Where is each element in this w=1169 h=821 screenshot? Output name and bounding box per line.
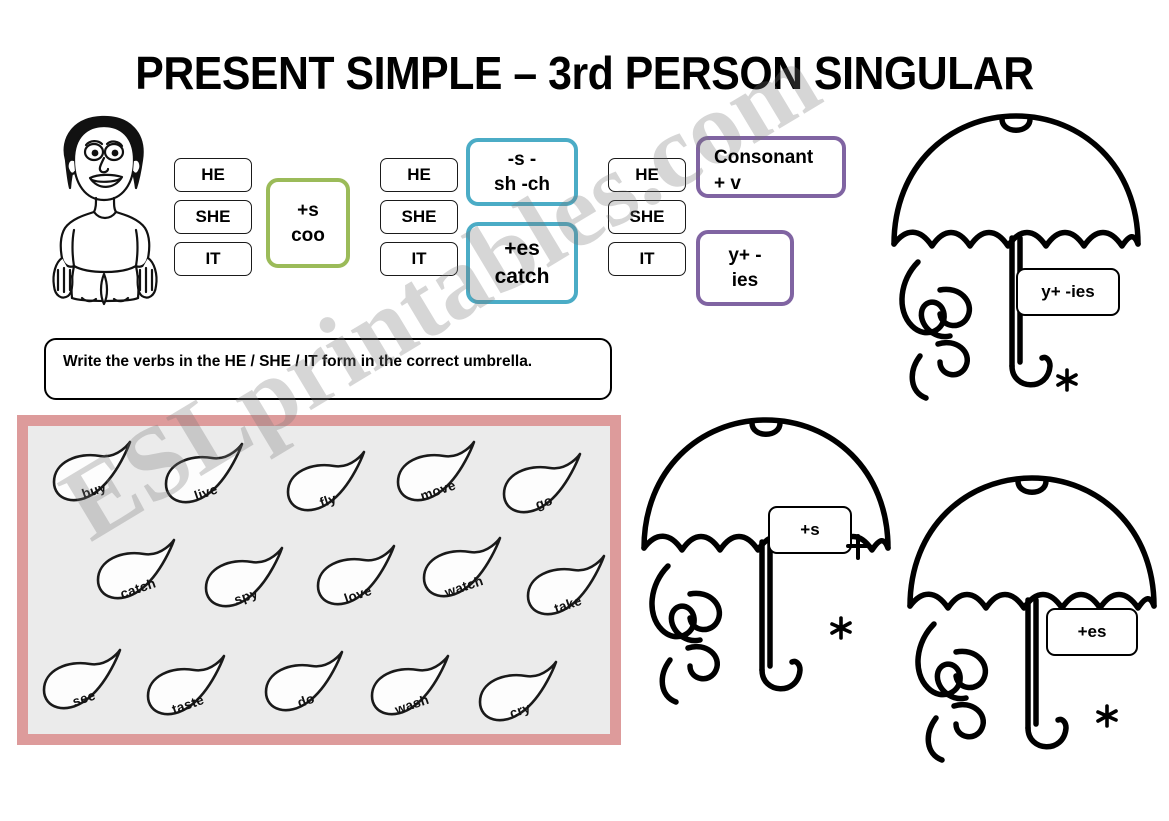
rule-line-3b: + v <box>714 172 741 194</box>
raindrop-spy[interactable]: spy <box>198 544 294 628</box>
rule-line-1a: +s <box>297 199 319 221</box>
umbrella-label-s[interactable]: +s <box>768 506 852 554</box>
raindrop-buy[interactable]: buy <box>46 438 142 522</box>
raindrop-watch[interactable]: watch <box>416 534 512 618</box>
raindrop-move[interactable]: move <box>390 438 486 522</box>
pronoun-he-1: HE <box>174 158 252 192</box>
raindrop-live[interactable]: live <box>158 440 254 524</box>
raindrop-go[interactable]: go <box>496 450 592 534</box>
rule-box-plus-es: +es catch <box>466 222 578 304</box>
worksheet-page: PRESENT SIMPLE – 3rd PERSON SINGULAR HE … <box>0 0 1169 821</box>
rule-line-3c: y+ - <box>728 244 762 266</box>
umbrella-label-es[interactable]: +es <box>1046 608 1138 656</box>
pronoun-column-1: HE SHE IT <box>174 158 252 284</box>
umbrella-label-ies[interactable]: y+ -ies <box>1016 268 1120 316</box>
cartoon-person-illustration <box>38 108 170 308</box>
star-mark-ies <box>1056 368 1078 392</box>
raindrop-see[interactable]: see <box>36 646 132 730</box>
rule-line-3a: Consonant <box>714 147 814 169</box>
raindrop-take[interactable]: take <box>520 552 616 636</box>
rule-line-2d: catch <box>494 265 550 288</box>
star-mark-es <box>1096 704 1118 728</box>
rule-box-plus-s: +s coo <box>266 178 350 268</box>
pronoun-she-2: SHE <box>380 200 458 234</box>
umbrella-es[interactable]: +es <box>898 466 1166 766</box>
instruction-banner: Write the verbs in the HE / SHE / IT for… <box>44 338 612 400</box>
pronoun-she-1: SHE <box>174 200 252 234</box>
star-mark-s-lower <box>830 616 852 640</box>
rule-box-y-ies: y+ - ies <box>696 230 794 306</box>
raindrop-love[interactable]: love <box>310 542 406 626</box>
raindrop-fly[interactable]: fly <box>280 448 376 532</box>
star-mark-s-upper <box>846 534 871 560</box>
pronoun-column-3: HE SHE IT <box>608 158 686 284</box>
rule-line-2c: +es <box>504 237 540 261</box>
raindrop-word-bank: buy live fly move go catch spy love watch take see… <box>17 415 621 745</box>
rule-line-2b: sh -ch <box>494 174 550 195</box>
raindrop-wash[interactable]: wash <box>364 652 460 736</box>
page-title: PRESENT SIMPLE – 3rd PERSON SINGULAR <box>135 47 1034 99</box>
raindrop-catch[interactable]: catch <box>90 536 186 620</box>
umbrella-ies[interactable]: y+ -ies <box>882 104 1150 404</box>
umbrella-s[interactable]: +s <box>632 408 900 708</box>
pronoun-it-3: IT <box>608 242 686 276</box>
pronoun-it-1: IT <box>174 242 252 276</box>
raindrop-do[interactable]: do <box>258 648 354 732</box>
rule-box-consonant-v: Consonant + v <box>696 136 846 198</box>
rule-box-s-sh-ch: -s - sh -ch <box>466 138 578 206</box>
raindrop-cry[interactable]: cry <box>472 658 568 742</box>
pronoun-he-2: HE <box>380 158 458 192</box>
pronoun-column-2: HE SHE IT <box>380 158 458 284</box>
rule-line-1b: coo <box>291 225 325 246</box>
pronoun-she-3: SHE <box>608 200 686 234</box>
pronoun-he-3: HE <box>608 158 686 192</box>
rule-line-3d: ies <box>731 270 759 291</box>
rule-line-2a: -s - <box>507 148 537 170</box>
pronoun-it-2: IT <box>380 242 458 276</box>
instruction-text: Write the verbs in the HE / SHE / IT for… <box>63 353 533 370</box>
raindrop-taste[interactable]: taste <box>140 652 236 736</box>
